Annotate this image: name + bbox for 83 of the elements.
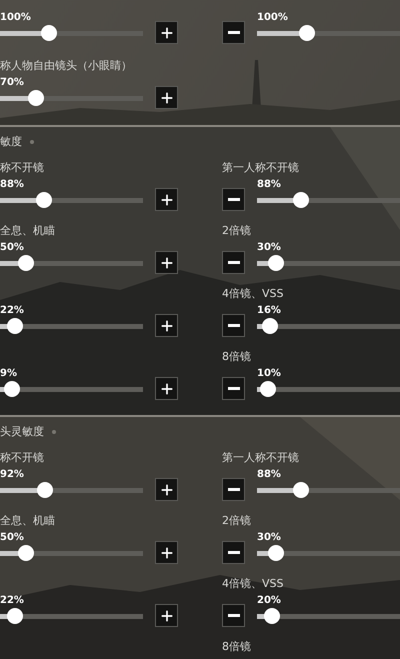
minus-icon (228, 551, 240, 554)
setting-label: 2倍镜 (222, 513, 252, 529)
percentage-value: 50% (0, 241, 25, 255)
section-title: 敏度 (0, 134, 22, 150)
percentage-value: 22% (0, 594, 25, 608)
slider[interactable] (0, 192, 143, 208)
minus-icon (228, 324, 240, 327)
plus-icon (158, 380, 174, 396)
plus-icon (158, 90, 174, 106)
percentage-value: 88% (0, 178, 25, 192)
slider[interactable] (0, 545, 143, 561)
minus-button[interactable] (222, 604, 245, 627)
plus-button[interactable] (155, 314, 178, 337)
slider[interactable] (257, 608, 400, 624)
percentage-value: 100% (0, 11, 32, 25)
plus-icon (158, 482, 174, 498)
percentage-value: 50% (0, 531, 25, 545)
slider[interactable] (257, 318, 400, 334)
setting-label: 称不开镜 (0, 160, 45, 176)
slider[interactable] (257, 545, 400, 561)
slider[interactable] (0, 482, 143, 498)
minus-icon (228, 614, 240, 617)
setting-label: 称人物自由镜头（小眼睛） (0, 58, 133, 74)
plus-icon (158, 318, 174, 334)
plus-button[interactable] (155, 478, 178, 501)
slider[interactable] (257, 255, 400, 271)
plus-button[interactable] (155, 377, 178, 400)
plus-icon (158, 254, 174, 270)
minus-button[interactable] (222, 478, 245, 501)
percentage-value: 10% (257, 367, 282, 381)
setting-label: 8倍镜 (222, 349, 252, 365)
minus-button[interactable] (222, 314, 245, 337)
setting-label: 4倍镜、VSS (222, 576, 284, 592)
minus-icon (228, 261, 240, 264)
plus-button[interactable] (155, 86, 178, 109)
percentage-value: 88% (257, 468, 282, 482)
percentage-value: 70% (0, 76, 25, 90)
percentage-value: 30% (257, 531, 282, 545)
minus-button[interactable] (222, 188, 245, 211)
plus-icon (158, 192, 174, 208)
minus-icon (228, 198, 240, 201)
slider[interactable] (0, 255, 143, 271)
setting-label: 8倍镜 (222, 639, 252, 655)
slider[interactable] (0, 90, 143, 106)
percentage-value: 100% (257, 11, 289, 25)
slider[interactable] (257, 25, 400, 41)
plus-icon (158, 608, 174, 624)
minus-button[interactable] (222, 377, 245, 400)
setting-label: 2倍镜 (222, 223, 252, 239)
slider[interactable] (0, 381, 143, 397)
slider[interactable] (0, 25, 143, 41)
percentage-value: 16% (257, 304, 282, 318)
percentage-value: 88% (257, 178, 282, 192)
percentage-value: 9% (0, 367, 18, 381)
percentage-value: 92% (0, 468, 25, 482)
setting-label: 第一人称不开镜 (222, 450, 300, 466)
setting-label: 4倍镜、VSS (222, 286, 284, 302)
section-title: 头灵敏度 (0, 424, 44, 440)
plus-button[interactable] (155, 188, 178, 211)
setting-label: 称不开镜 (0, 450, 45, 466)
plus-icon (158, 24, 174, 40)
plus-button[interactable] (155, 541, 178, 564)
slider[interactable] (257, 482, 400, 498)
setting-label: 全息、机瞄 (0, 223, 56, 239)
setting-label: 全息、机瞄 (0, 513, 56, 529)
plus-button[interactable] (155, 251, 178, 274)
slider[interactable] (257, 192, 400, 208)
minus-icon (228, 31, 240, 34)
minus-button[interactable] (222, 541, 245, 564)
slider[interactable] (257, 381, 400, 397)
minus-icon (228, 488, 240, 491)
plus-button[interactable] (155, 604, 178, 627)
plus-icon (158, 544, 174, 560)
percentage-value: 30% (257, 241, 282, 255)
slider[interactable] (0, 608, 143, 624)
setting-label: 第一人称不开镜 (222, 160, 300, 176)
minus-icon (228, 387, 240, 390)
minus-button[interactable] (222, 251, 245, 274)
percentage-value: 22% (0, 304, 25, 318)
minus-button[interactable] (222, 21, 245, 44)
slider[interactable] (0, 318, 143, 334)
plus-button[interactable] (155, 21, 178, 44)
percentage-value: 20% (257, 594, 282, 608)
